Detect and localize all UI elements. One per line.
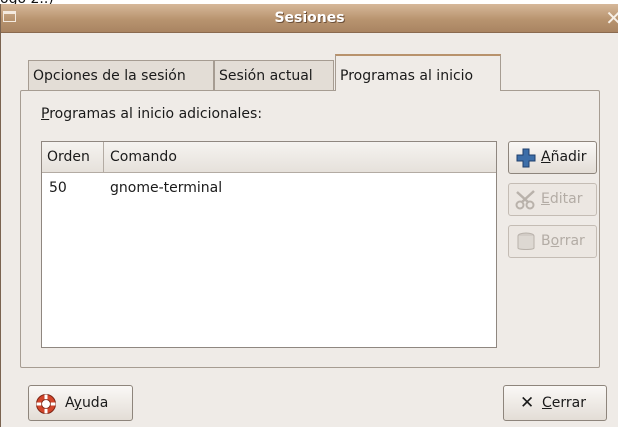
edit-label-mnemonic: E (541, 191, 550, 207)
remove-label-post: rrar (559, 233, 585, 249)
x-icon: ✕ (520, 393, 535, 413)
help-button-label: Ayuda (65, 386, 108, 420)
close-window-icon[interactable]: ✕ (605, 5, 618, 31)
column-header-command[interactable]: Comando (104, 142, 496, 172)
tab-current-session[interactable]: Sesión actual (214, 60, 334, 90)
help-label-post: uda (81, 395, 109, 411)
label-mnemonic: P (41, 106, 50, 122)
help-button[interactable]: Ayuda (28, 385, 133, 421)
tab-label: Opciones de la sesión (33, 68, 186, 84)
column-header-order[interactable]: Orden (42, 142, 104, 172)
edit-button-label: Editar (541, 184, 582, 215)
remove-button-label: Borrar (541, 226, 585, 257)
close-button[interactable]: ✕ Cerrar (503, 385, 607, 421)
scissors-icon (515, 190, 535, 210)
add-label-mnemonic: A (541, 149, 551, 165)
startup-programs-list[interactable]: Orden Comando 50 gnome-terminal (41, 141, 497, 348)
tab-label: Programas al inicio (340, 68, 474, 84)
tab-panel: Programas al inicio adicionales: Orden C… (20, 90, 600, 368)
command-cell: gnome-terminal (110, 180, 223, 196)
list-row[interactable]: 50 gnome-terminal (42, 176, 496, 200)
list-header: Orden Comando (42, 142, 496, 173)
tab-session-options[interactable]: Opciones de la sesión (28, 60, 214, 90)
window-title: Sesiones (274, 10, 345, 26)
edit-label-post: ditar (549, 191, 583, 207)
close-button-label: Cerrar (542, 386, 586, 420)
remove-label-mnemonic: o (550, 233, 560, 249)
close-label-mnemonic: C (542, 395, 552, 411)
help-label-mnemonic: y (73, 395, 82, 411)
help-label-pre: A (65, 395, 74, 411)
order-cell: 50 (49, 180, 67, 196)
close-label-post: errar (551, 395, 586, 411)
add-button[interactable]: Añadir (508, 141, 597, 174)
trash-icon (517, 232, 535, 250)
remove-button[interactable]: Borrar (508, 225, 597, 258)
add-label-post: ñadir (550, 149, 587, 165)
title-bar[interactable]: Sesiones ✕ (1, 4, 618, 33)
remove-label-pre: B (541, 233, 551, 249)
plus-icon (516, 148, 536, 168)
tab-startup-programs[interactable]: Programas al inicio (335, 54, 501, 91)
tab-label: Sesión actual (219, 68, 313, 84)
label-rest: rogramas al inicio adicionales: (49, 106, 263, 122)
add-button-label: Añadir (541, 142, 587, 173)
lifebuoy-icon (36, 394, 56, 414)
edit-button[interactable]: Editar (508, 183, 597, 216)
startup-programs-label: Programas al inicio adicionales: (41, 106, 262, 122)
sessions-dialog: Sesiones ✕ Opciones de la sesión Sesión … (0, 4, 618, 427)
